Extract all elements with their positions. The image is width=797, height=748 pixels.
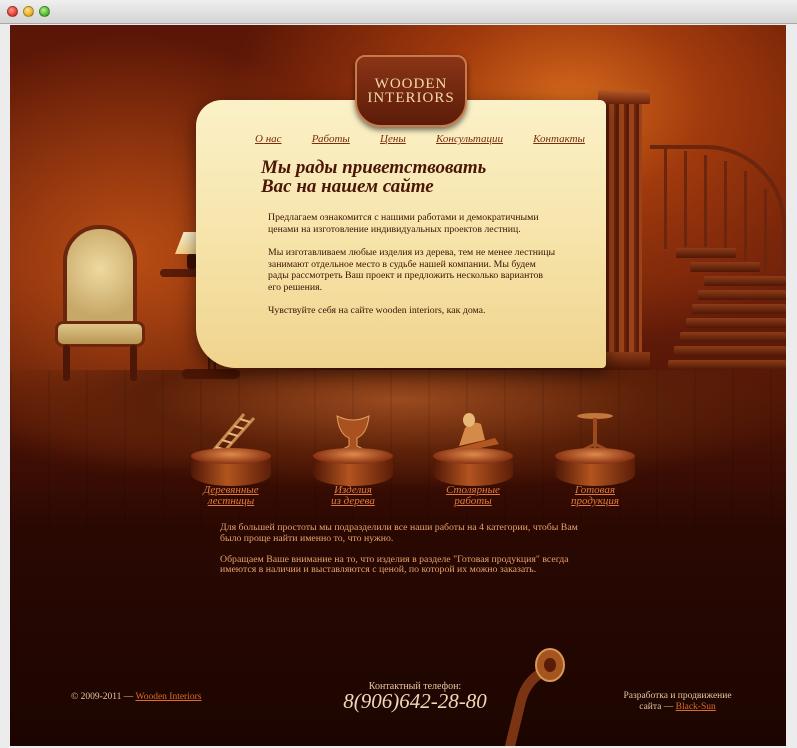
nav-link-about[interactable]: О нас [255,133,282,145]
intro-paragraph: Мы изготавливаем любые изделия из дерева… [268,247,556,293]
footer-copyright: © 2009-2011 — Wooden Interiors [71,692,202,702]
copyright-link[interactable]: Wooden Interiors [135,692,201,702]
intro-paragraph: Предлагаем ознакомится с нашими работами… [268,212,539,235]
developer-link[interactable]: Black-Sun [676,702,716,712]
logo-text-line2: INTERIORS [367,90,455,106]
site-logo[interactable]: WOODEN INTERIORS [355,55,467,127]
category-link-stairs[interactable]: Деревянные лестницы [176,485,286,507]
main-nav: О нас Работы Цены Консультации Контакты [255,133,585,145]
nav-link-consultations[interactable]: Консультации [436,133,503,145]
welcome-heading-line2: Вас на нашем сайте [261,176,434,197]
armchair-illustration [55,225,145,385]
category-link-carpentry[interactable]: Столярные работы [418,485,528,507]
nav-link-contacts[interactable]: Контакты [533,133,585,145]
nav-link-prices[interactable]: Цены [380,133,406,145]
welcome-heading-line1: Мы рады приветствовать [261,157,487,178]
category-link-ready-products[interactable]: Готовая продукция [540,485,650,507]
staircase-illustration [650,135,786,375]
intro-paragraph: Чувствуйте себя на сайте wooden interior… [268,305,486,316]
window-titlebar [0,0,797,24]
welcome-heading: Мы рады приветствовать Вас на нашем сайт… [261,158,551,196]
close-window-button[interactable] [7,6,18,17]
webpage: WOODEN INTERIORS О нас Работы Цены Консу… [10,25,786,746]
welcome-text: Предлагаем ознакомится с нашими работами… [268,212,558,329]
categories-info: Для большей простоты мы подразделили все… [220,522,600,586]
zoom-window-button[interactable] [39,6,50,17]
footer-developer: Разработка и продвижение сайта — Black-S… [623,691,732,712]
nav-link-works[interactable]: Работы [312,133,350,145]
info-paragraph: Для большей простоты мы подразделили все… [220,522,578,544]
logo-text-line1: WOODEN [374,76,448,92]
category-links: Деревянные лестницы Изделия из дерева Ст… [188,485,648,515]
minimize-window-button[interactable] [23,6,34,17]
info-paragraph: Обращаем Ваше внимание на то, что издели… [220,553,569,576]
phone-number: 8(906)642-28-80 [343,689,487,713]
category-link-wood-items[interactable]: Изделия из дерева [298,485,408,507]
